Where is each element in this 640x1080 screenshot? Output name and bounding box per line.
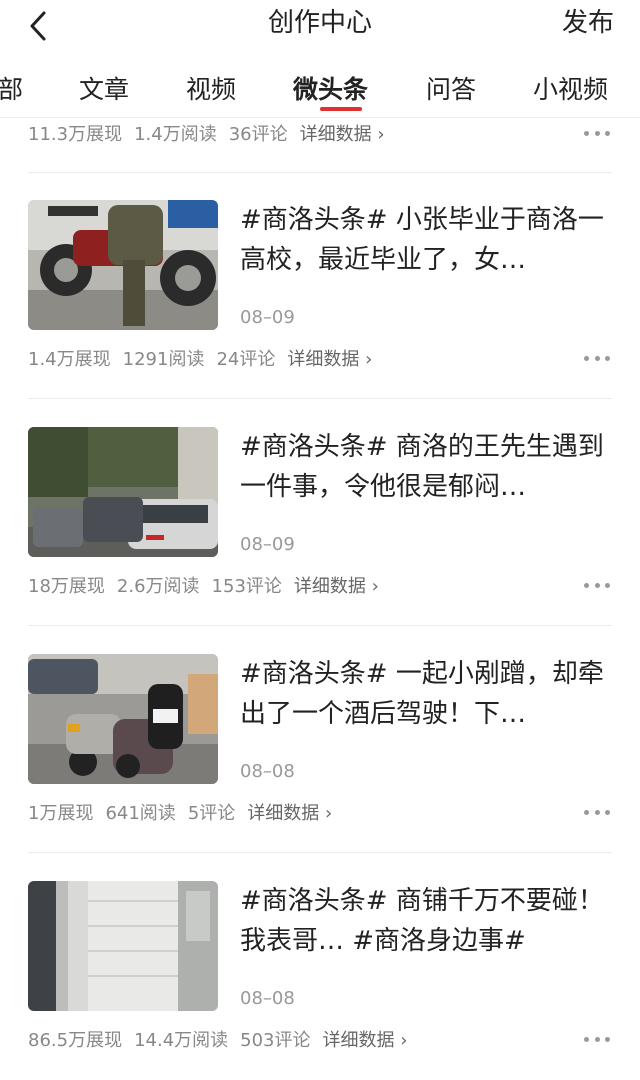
post-title[interactable]: #商洛头条# 商洛的王先生遇到一件事，令他很是郁闷…: [240, 427, 612, 507]
detail-data-link[interactable]: 详细数据 ›: [287, 345, 372, 371]
comments-count: 24评论: [216, 349, 276, 370]
detail-data-link[interactable]: 详细数据 ›: [300, 120, 385, 146]
post-stats: 1万展现 641阅读 5评论 详细数据 ›: [28, 797, 344, 827]
post-stats: 1.4万展现 1291阅读 24评论 详细数据 ›: [28, 343, 384, 373]
page-title: 创作中心: [267, 8, 372, 38]
reads-count: 641阅读: [105, 803, 176, 824]
header-bar: 创作中心 发布: [0, 0, 640, 56]
reads-count: 1.4万阅读: [134, 124, 217, 145]
post-thumbnail: [28, 881, 218, 1011]
post-stats: 18万展现 2.6万阅读 153评论 详细数据 ›: [28, 570, 391, 600]
divider: [28, 398, 612, 399]
tab-articles[interactable]: 文章: [79, 70, 129, 106]
more-options-icon[interactable]: [584, 1024, 610, 1054]
comments-count: 153评论: [211, 576, 282, 597]
divider: [28, 625, 612, 626]
post-thumbnail: [28, 654, 218, 784]
more-options-icon[interactable]: [584, 797, 610, 827]
tab-all[interactable]: 部: [0, 70, 23, 106]
detail-data-link[interactable]: 详细数据 ›: [323, 1026, 408, 1052]
comments-count: 503评论: [240, 1030, 311, 1051]
detail-data-link[interactable]: 详细数据 ›: [294, 572, 379, 598]
reads-count: 14.4万阅读: [134, 1030, 229, 1051]
creator-center-page: 创作中心 发布 部 文章 视频 微头条 问答 小视频 11.3万展现 1.4万阅…: [0, 0, 640, 1080]
views-count: 1.4万展现: [28, 349, 111, 370]
views-count: 86.5万展现: [28, 1030, 123, 1051]
post-title[interactable]: #商洛头条# 一起小剐蹭，却牵出了一个酒后驾驶！下…: [240, 654, 612, 734]
tab-videos[interactable]: 视频: [186, 70, 236, 106]
post-stats: 11.3万展现 1.4万阅读 36评论 详细数据 ›: [28, 118, 397, 148]
comments-count: 5评论: [187, 803, 236, 824]
publish-button[interactable]: 发布: [562, 0, 614, 46]
post-thumbnail: [28, 427, 218, 557]
tab-micro-headlines[interactable]: 微头条: [293, 70, 368, 106]
post-date: 08–08: [240, 988, 295, 1009]
tab-short-videos[interactable]: 小视频: [533, 70, 608, 106]
comments-count: 36评论: [228, 124, 288, 145]
post-title[interactable]: #商洛头条# 商铺千万不要碰！我表哥… #商洛身边事#: [240, 881, 612, 961]
more-options-icon[interactable]: [584, 570, 610, 600]
views-count: 11.3万展现: [28, 124, 123, 145]
reads-count: 2.6万阅读: [116, 576, 200, 597]
views-count: 1万展现: [28, 803, 94, 824]
detail-data-link[interactable]: 详细数据 ›: [247, 799, 332, 825]
divider: [28, 852, 612, 853]
views-count: 18万展现: [28, 576, 105, 597]
post-thumbnail: [28, 200, 218, 330]
more-options-icon[interactable]: [584, 118, 610, 148]
more-options-icon[interactable]: [584, 343, 610, 373]
post-date: 08–09: [240, 307, 295, 328]
post-title[interactable]: #商洛头条# 小张毕业于商洛一高校，最近毕业了，女…: [240, 200, 612, 280]
post-stats: 86.5万展现 14.4万阅读 503评论 详细数据 ›: [28, 1024, 419, 1054]
category-tabs: 部 文章 视频 微头条 问答 小视频: [0, 56, 640, 118]
divider: [28, 172, 612, 173]
post-date: 08–08: [240, 761, 295, 782]
tab-qa[interactable]: 问答: [426, 70, 476, 106]
post-date: 08–09: [240, 534, 295, 555]
reads-count: 1291阅读: [122, 349, 205, 370]
active-tab-indicator: [320, 107, 362, 111]
